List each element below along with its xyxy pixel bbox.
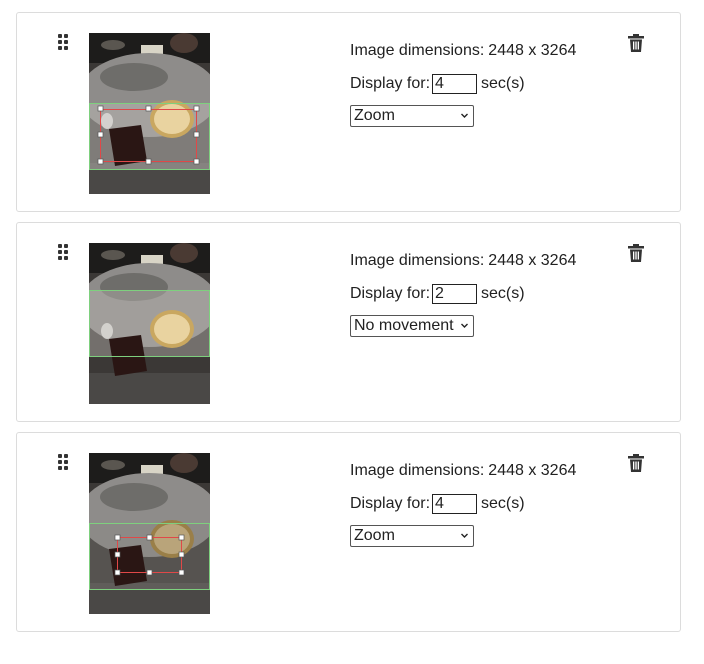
seconds-unit: sec(s) <box>481 75 525 92</box>
movement-select[interactable]: No movement <box>350 315 474 337</box>
dimensions-label: Image dimensions: <box>350 252 485 269</box>
dimensions-label: Image dimensions: <box>350 462 485 479</box>
image-dimensions: Image dimensions: 2448 x 3264 <box>350 251 576 271</box>
trash-icon[interactable] <box>628 34 644 52</box>
display-seconds-input[interactable] <box>432 494 478 514</box>
slide-info: Image dimensions: 2448 x 3264 Display for… <box>350 41 576 127</box>
display-label: Display for: <box>350 75 431 92</box>
dimensions-value: 2448 x 3264 <box>488 462 577 479</box>
slide-thumbnail[interactable] <box>89 453 210 614</box>
trash-icon[interactable] <box>628 454 644 472</box>
image-dimensions: Image dimensions: 2448 x 3264 <box>350 461 576 481</box>
drag-handle-icon[interactable] <box>58 34 69 50</box>
drag-handle-icon[interactable] <box>58 244 69 260</box>
image-dimensions: Image dimensions: 2448 x 3264 <box>350 41 576 61</box>
slide-thumbnail[interactable] <box>89 243 210 404</box>
display-label: Display for: <box>350 285 431 302</box>
slide-thumbnail[interactable] <box>89 33 210 194</box>
slide-card: Image dimensions: 2448 x 3264 Display for… <box>16 432 681 632</box>
movement-select[interactable]: Zoom <box>350 105 474 127</box>
movement-select[interactable]: Zoom <box>350 525 474 547</box>
movement-selected-value: Zoom <box>354 107 395 124</box>
slide-info: Image dimensions: 2448 x 3264 Display for… <box>350 251 576 337</box>
seconds-unit: sec(s) <box>481 285 525 302</box>
dimensions-label: Image dimensions: <box>350 42 485 59</box>
slide-info: Image dimensions: 2448 x 3264 Display for… <box>350 461 576 547</box>
seconds-unit: sec(s) <box>481 495 525 512</box>
drag-handle-icon[interactable] <box>58 454 69 470</box>
movement-selected-value: Zoom <box>354 527 395 544</box>
chevron-down-icon <box>461 323 468 328</box>
display-duration: Display for: sec(s) <box>350 282 576 306</box>
chevron-down-icon <box>461 533 468 538</box>
display-label: Display for: <box>350 495 431 512</box>
display-seconds-input[interactable] <box>432 284 478 304</box>
movement-selected-value: No movement <box>354 317 454 334</box>
display-seconds-input[interactable] <box>432 74 478 94</box>
trash-icon[interactable] <box>628 244 644 262</box>
slide-card: Image dimensions: 2448 x 3264 Display for… <box>16 12 681 212</box>
dimensions-value: 2448 x 3264 <box>488 42 577 59</box>
slide-card: Image dimensions: 2448 x 3264 Display for… <box>16 222 681 422</box>
display-duration: Display for: sec(s) <box>350 492 576 516</box>
dimensions-value: 2448 x 3264 <box>488 252 577 269</box>
display-duration: Display for: sec(s) <box>350 72 576 96</box>
chevron-down-icon <box>461 113 468 118</box>
